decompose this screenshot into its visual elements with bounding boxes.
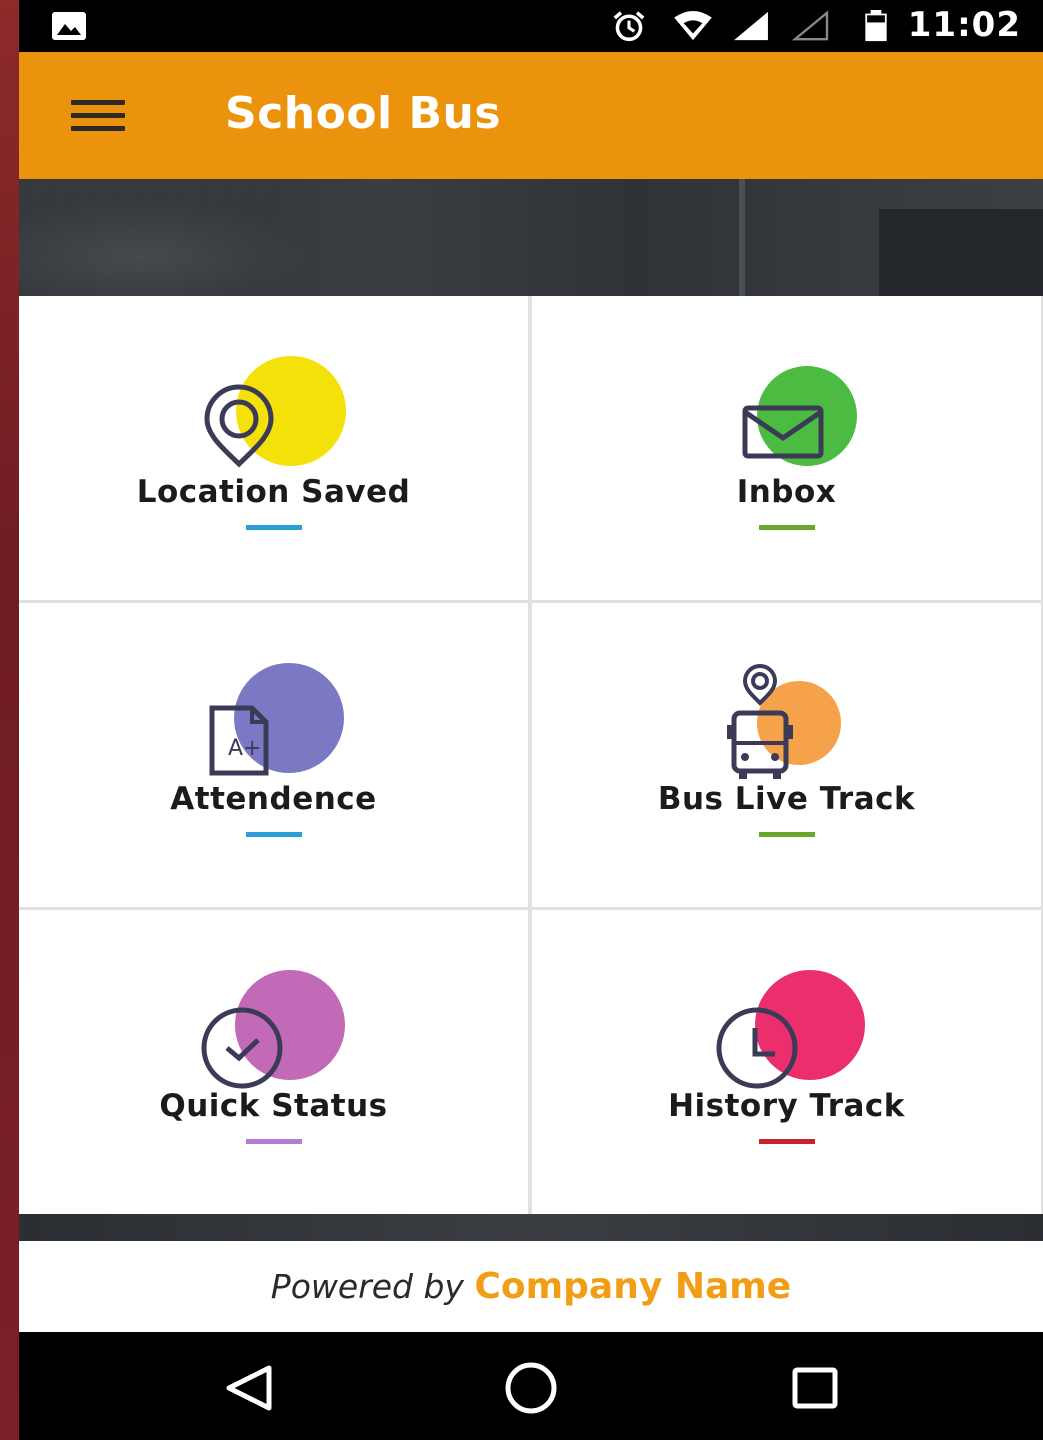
tile-label: Quick Status xyxy=(159,1088,388,1124)
footer: Powered by Company Name xyxy=(19,1241,1043,1332)
tile-label: Bus Live Track xyxy=(657,781,916,817)
signal-empty-icon xyxy=(791,10,829,41)
tile-inbox[interactable]: Inbox xyxy=(532,296,1041,600)
svg-text:A+: A+ xyxy=(228,736,261,761)
tile-underline xyxy=(758,525,815,530)
location-pin-icon xyxy=(203,356,346,468)
check-circle-icon xyxy=(201,970,345,1089)
icon-accent-circle xyxy=(754,970,865,1080)
back-triangle-icon[interactable] xyxy=(221,1360,277,1416)
signal-icon xyxy=(734,11,768,41)
tile-underline xyxy=(245,525,302,530)
tile-bus-live-track[interactable]: Bus Live Track xyxy=(532,603,1041,907)
phone-screen: 11:02 School Bus Location Saved Inbox A+… xyxy=(19,0,1043,1440)
app-bar: School Bus xyxy=(19,52,1043,179)
menu-grid: Location Saved Inbox A+ Attendence Bus L… xyxy=(19,296,1043,1214)
hamburger-menu-icon[interactable] xyxy=(67,88,129,144)
tile-history-track[interactable]: History Track xyxy=(532,910,1041,1214)
tile-attendence[interactable]: A+ Attendence xyxy=(19,603,528,907)
company-name-link[interactable]: Company Name xyxy=(474,1266,791,1307)
tile-label: Inbox xyxy=(736,474,837,510)
app-title: School Bus xyxy=(225,88,502,139)
wifi-icon xyxy=(674,10,712,41)
tile-label: Attendence xyxy=(170,781,377,817)
tile-quick-status[interactable]: Quick Status xyxy=(19,910,528,1214)
background-strip xyxy=(19,1214,1043,1241)
recents-square-icon[interactable] xyxy=(787,1360,843,1416)
grade-document-icon: A+ xyxy=(209,663,344,776)
alarm-icon xyxy=(613,11,645,42)
tile-underline xyxy=(245,832,302,837)
icon-accent-circle xyxy=(756,366,857,466)
gallery-icon xyxy=(52,12,86,40)
powered-by-text: Powered by xyxy=(270,1267,464,1306)
tile-underline xyxy=(758,832,815,837)
status-bar: 11:02 xyxy=(19,0,1043,52)
envelope-icon xyxy=(742,366,857,466)
battery-icon xyxy=(865,10,887,42)
navigation-bar xyxy=(19,1332,1043,1440)
status-time: 11:02 xyxy=(907,5,1021,45)
tile-location-saved[interactable]: Location Saved xyxy=(19,296,528,600)
tile-underline xyxy=(245,1139,302,1144)
clock-icon xyxy=(716,970,865,1089)
tile-label: Location Saved xyxy=(136,474,411,510)
background-banner xyxy=(19,179,1043,296)
home-circle-icon[interactable] xyxy=(503,1360,559,1416)
tile-label: History Track xyxy=(668,1088,905,1124)
icon-accent-circle xyxy=(234,970,345,1080)
bus-location-icon xyxy=(726,664,841,779)
tile-underline xyxy=(758,1139,815,1144)
background-edge xyxy=(0,0,19,1440)
